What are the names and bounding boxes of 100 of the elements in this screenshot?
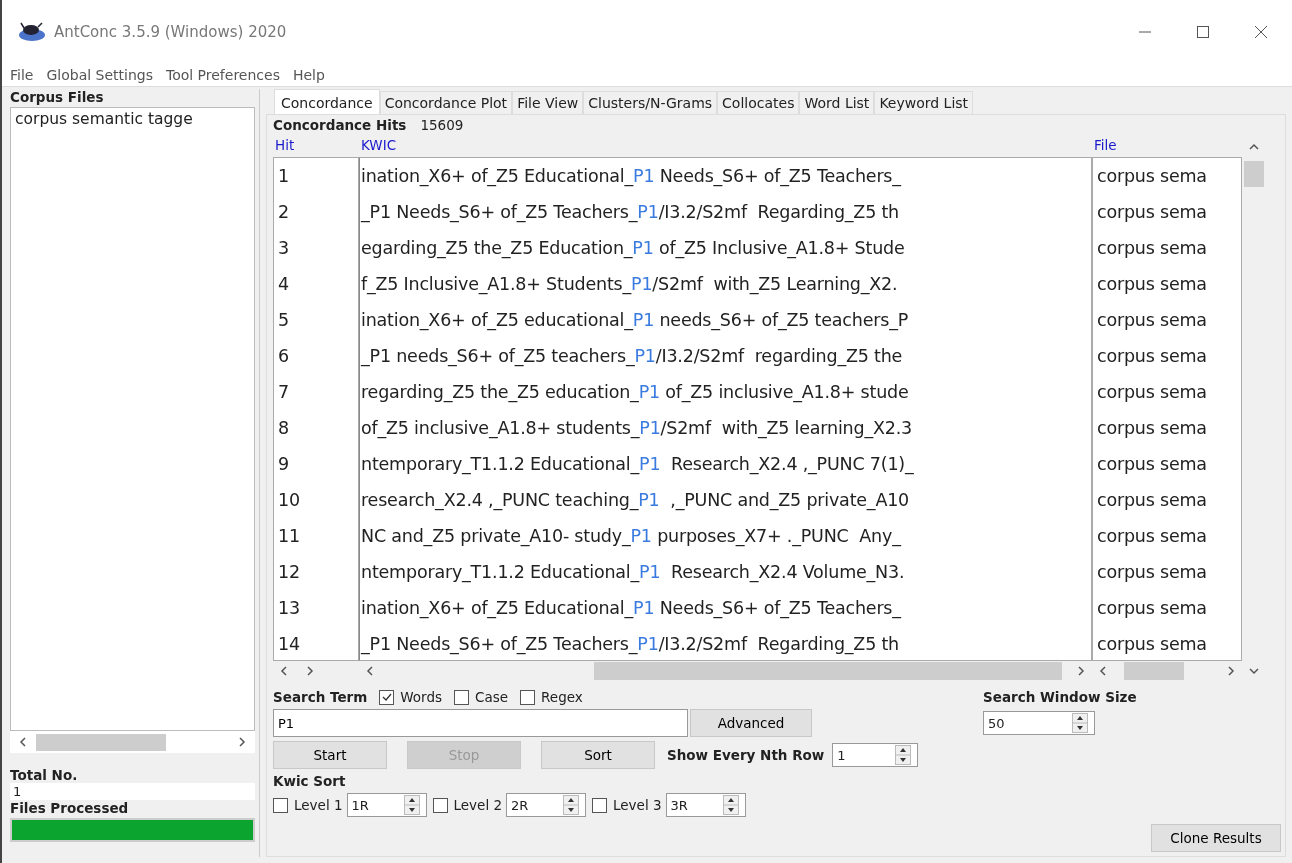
scroll-left-icon[interactable] xyxy=(365,666,375,676)
file-name: corpus sema xyxy=(1096,525,1208,548)
file-name: corpus sema xyxy=(1096,201,1208,224)
window-size-label: Search Window Size xyxy=(983,689,1137,705)
corpus-file-item[interactable]: corpus semantic tagge xyxy=(11,108,254,130)
kwic-line: ntemporary_T1.1.2 Educational_P1 Research_X2.4 ,_PUNC 7(1)_ xyxy=(360,453,915,477)
file-name: corpus sema xyxy=(1096,381,1208,404)
tab[interactable]: Keyword List xyxy=(874,91,974,114)
total-label: Total No. xyxy=(10,767,79,783)
hits-count: 15609 xyxy=(420,117,464,133)
action-button[interactable]: Start xyxy=(273,741,387,769)
scroll-left-icon[interactable] xyxy=(1098,666,1108,676)
scroll-right-icon[interactable] xyxy=(237,737,247,747)
level-label: Level 2 xyxy=(453,797,503,813)
file-name: corpus sema xyxy=(1096,165,1208,188)
kwic-line: egarding_Z5 the_Z5 Education_P1 of_Z5 Inclusive_A1.8+ Stude xyxy=(360,237,906,261)
menu-item[interactable]: Tool Preferences xyxy=(165,67,280,83)
scroll-right-icon[interactable] xyxy=(305,666,315,676)
file-name: corpus sema xyxy=(1096,237,1208,260)
scroll-down-icon[interactable] xyxy=(1249,666,1259,676)
spin-arrows-icon[interactable] xyxy=(722,795,739,815)
hit-number: 5 xyxy=(277,309,290,332)
kwic-line: _P1 Needs_S6+ of_Z5 Teachers_P1/I3.2/S2mf Regarding_Z5 th xyxy=(360,633,900,657)
scroll-right-icon[interactable] xyxy=(1226,666,1236,676)
file-name: corpus sema xyxy=(1096,453,1208,476)
kwic-line: research_X2.4 ,_PUNC teaching_P1 ,_PUNC and_Z5 private_A10 xyxy=(360,489,911,513)
kwic-line: ination_X6+ of_Z5 educational_P1 needs_S6+ of_Z5 teachers_P xyxy=(360,309,910,333)
hit-number: 8 xyxy=(277,417,290,440)
hits-label: Concordance Hits xyxy=(273,117,407,133)
option-label: Case xyxy=(475,689,509,705)
kwic-line: ntemporary_T1.1.2 Educational_P1 Research_X2.4 Volume_N3. xyxy=(360,561,906,585)
spin-arrows-icon[interactable] xyxy=(403,795,420,815)
hit-number: 9 xyxy=(277,453,290,476)
option-label: Regex xyxy=(541,689,583,705)
tab[interactable]: Collocates xyxy=(717,91,800,114)
hit-number: 13 xyxy=(277,597,301,620)
tab[interactable]: Concordance Plot xyxy=(379,91,513,114)
checkbox[interactable] xyxy=(273,797,288,813)
kwic-line: ination_X6+ of_Z5 Educational_P1 Needs_S6+ of_Z5 Teachers_ xyxy=(360,597,903,621)
column-header[interactable]: Hit xyxy=(273,137,359,157)
level-label: Level 3 xyxy=(613,797,662,813)
kwic-line: _P1 needs_S6+ of_Z5 teachers_P1/I3.2/S2mf regarding_Z5 the xyxy=(360,345,904,369)
search-field[interactable]: P1 xyxy=(273,709,688,737)
tab[interactable]: Concordance xyxy=(274,89,380,114)
ant-app-icon xyxy=(18,22,46,42)
kwic-line: ination_X6+ of_Z5 Educational_P1 Needs_S6+ of_Z5 Teachers_ xyxy=(360,165,903,189)
column-header[interactable]: KWIC xyxy=(359,137,1092,157)
close-icon[interactable] xyxy=(1254,25,1268,39)
spin-field[interactable]: 1 xyxy=(832,743,919,767)
total-value: 1 xyxy=(10,783,255,800)
checkbox[interactable] xyxy=(520,689,536,705)
spin-arrows-icon[interactable] xyxy=(895,745,912,765)
file-name: corpus sema xyxy=(1096,417,1208,440)
file-name: corpus sema xyxy=(1096,273,1208,296)
corpus-files-label: Corpus Files xyxy=(10,89,105,105)
menu-item[interactable]: File xyxy=(10,67,34,83)
checkbox[interactable] xyxy=(432,797,448,813)
kwic-line: NC and_Z5 private_A10- study_P1 purposes_X7+ ._PUNC Any_ xyxy=(360,525,903,549)
scroll-left-icon[interactable] xyxy=(18,737,28,747)
search-term-label: Search Term xyxy=(273,689,368,705)
advanced-button[interactable]: Advanced xyxy=(690,709,812,737)
checkbox[interactable] xyxy=(454,689,469,705)
file-name: corpus sema xyxy=(1096,489,1208,512)
action-button[interactable]: Sort xyxy=(541,741,655,769)
checkbox[interactable] xyxy=(592,797,608,813)
scroll-right-icon[interactable] xyxy=(1076,666,1086,676)
file-name: corpus sema xyxy=(1096,345,1208,368)
hit-number: 14 xyxy=(277,633,301,656)
spin-field[interactable]: 1R xyxy=(346,793,427,817)
kwic-line: f_Z5 Inclusive_A1.8+ Students_P1/S2mf with_Z5 Learning_X2. xyxy=(360,273,899,297)
spin-arrows-icon[interactable] xyxy=(563,795,580,815)
column-header[interactable]: File xyxy=(1092,137,1242,157)
scroll-up-icon[interactable] xyxy=(1249,142,1259,152)
maximize-icon[interactable] xyxy=(1196,25,1210,39)
window-title: AntConc 3.5.9 (Windows) 2020 xyxy=(54,23,287,41)
tab[interactable]: Word List xyxy=(799,91,875,114)
spin-arrows-icon[interactable] xyxy=(1072,713,1088,733)
option-label: Words xyxy=(400,689,442,705)
file-name: corpus sema xyxy=(1096,597,1208,620)
spin-field[interactable]: 2R xyxy=(506,793,587,817)
hit-number: 3 xyxy=(277,237,290,260)
kwic-line: _P1 Needs_S6+ of_Z5 Teachers_P1/I3.2/S2mf Regarding_Z5 th xyxy=(360,201,900,225)
clone-results-button[interactable]: Clone Results xyxy=(1151,824,1281,852)
tab[interactable]: File View xyxy=(512,91,584,114)
hit-number: 1 xyxy=(277,165,290,188)
kwic-line: regarding_Z5 the_Z5 education_P1 of_Z5 inclusive_A1.8+ stude xyxy=(360,381,910,405)
hit-number: 6 xyxy=(277,345,290,368)
kwic-line: of_Z5 inclusive_A1.8+ students_P1/S2mf with_Z5 learning_X2.3 xyxy=(360,417,913,441)
kwic-sort-label: Kwic Sort xyxy=(273,773,347,789)
hit-number: 2 xyxy=(277,201,290,224)
tab[interactable]: Clusters/N-Grams xyxy=(583,91,718,114)
menu-item[interactable]: Global Settings xyxy=(46,67,153,83)
hit-number: 12 xyxy=(277,561,301,584)
spin-field[interactable]: 50 xyxy=(983,711,1095,735)
checkbox[interactable] xyxy=(379,689,395,705)
hit-number: 4 xyxy=(277,273,290,296)
spin-field[interactable]: 3R xyxy=(665,793,746,817)
menu-item[interactable]: Help xyxy=(292,67,325,83)
scroll-left-icon[interactable] xyxy=(279,666,289,676)
hit-number: 10 xyxy=(277,489,301,512)
